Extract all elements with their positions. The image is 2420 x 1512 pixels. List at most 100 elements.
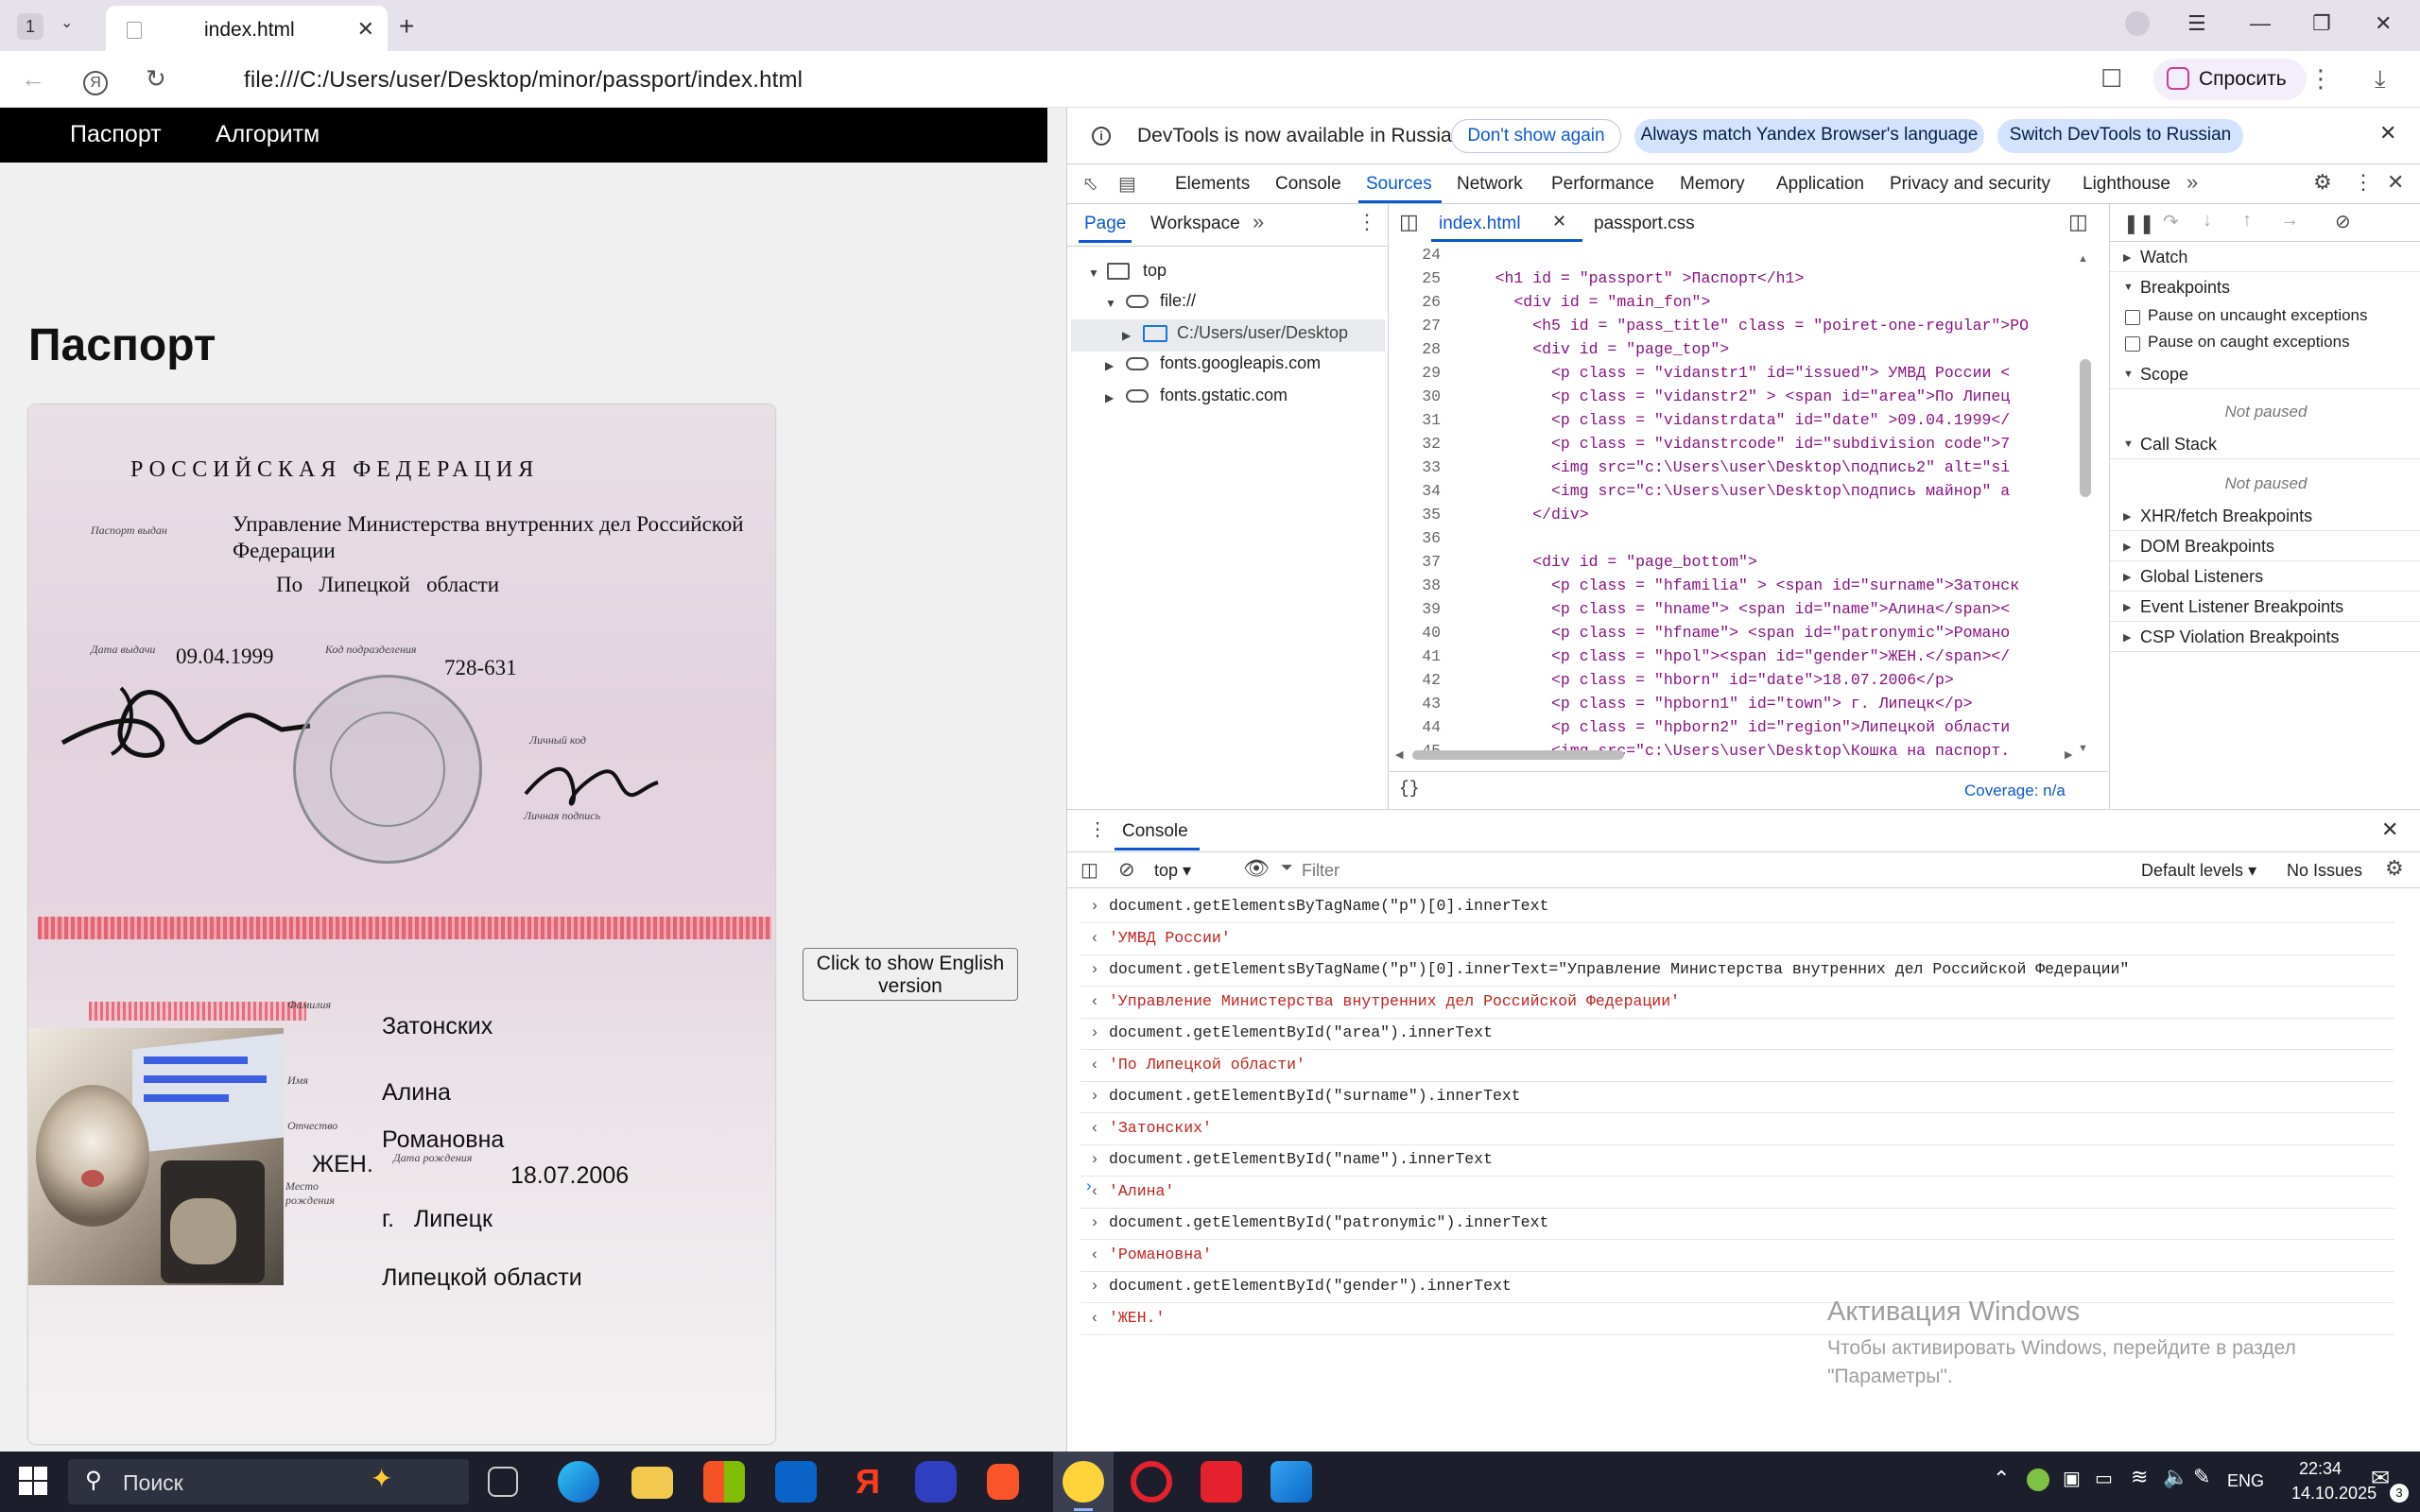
close-icon[interactable]: ✕ bbox=[357, 17, 374, 42]
pen-icon[interactable]: ✎ bbox=[2193, 1465, 2210, 1489]
show-english-button[interactable]: Click to show English version bbox=[803, 948, 1018, 1001]
step-into-icon[interactable]: ↓ bbox=[2203, 210, 2212, 232]
scroll-down-icon[interactable]: ▼ bbox=[2078, 743, 2088, 754]
code-line[interactable]: 38 <p class = "hfamilia" > <span id="sur… bbox=[1390, 576, 2108, 600]
line-number[interactable]: 26 bbox=[1390, 293, 1441, 311]
restore-icon[interactable]: ❐ bbox=[2312, 11, 2331, 36]
code-line[interactable]: 41 <p class = "hpol"><span id="gender">Ж… bbox=[1390, 647, 2108, 671]
wifi-icon[interactable]: ≋ bbox=[2131, 1465, 2148, 1489]
window-close-icon[interactable]: ✕ bbox=[2375, 11, 2392, 36]
edge-icon[interactable] bbox=[558, 1461, 599, 1503]
close-icon[interactable]: ✕ bbox=[1552, 212, 1566, 232]
file-tab-passport-css[interactable]: passport.css bbox=[1594, 214, 1695, 234]
more-icon[interactable]: ⋮ bbox=[2353, 170, 2374, 195]
section-scope[interactable]: ▼ Scope bbox=[2110, 359, 2420, 389]
input-language[interactable]: ENG bbox=[2227, 1471, 2264, 1491]
code-line[interactable]: 44 <p class = "hpborn2" id="region">Липе… bbox=[1390, 718, 2108, 742]
code-vscrollbar[interactable] bbox=[2080, 359, 2091, 497]
code-line[interactable]: 37 <div id = "page_bottom"> bbox=[1390, 553, 2108, 576]
volume-icon[interactable]: 🔈 bbox=[2163, 1465, 2188, 1489]
dont-show-again-button[interactable]: Don't show again bbox=[1451, 119, 1621, 153]
drawer-menu-icon[interactable]: ⋮ bbox=[1088, 817, 1107, 841]
tree-googleapis[interactable]: fonts.googleapis.com bbox=[1160, 353, 1321, 373]
section-event-listener-breakpoints[interactable]: ▶ Event Listener Breakpoints bbox=[2110, 592, 2420, 622]
issues-counter[interactable]: No Issues bbox=[2287, 861, 2362, 881]
line-number[interactable]: 29 bbox=[1390, 364, 1441, 382]
context-select[interactable]: top ▾ bbox=[1154, 861, 1191, 881]
section-watch[interactable]: ▶ Watch bbox=[2110, 242, 2420, 272]
code-line[interactable]: 28 <div id = "page_top"> bbox=[1390, 340, 2108, 364]
task-view-icon[interactable] bbox=[488, 1467, 518, 1497]
new-tab-icon[interactable]: + bbox=[399, 11, 414, 42]
code-line[interactable]: 43 <p class = "hpborn1" id="town"> г. Ли… bbox=[1390, 695, 2108, 718]
step-icon[interactable]: → bbox=[2280, 210, 2299, 232]
more-tabs-icon[interactable]: » bbox=[2187, 170, 2198, 195]
step-over-icon[interactable]: ↷ bbox=[2163, 210, 2179, 233]
yandex-browser-icon[interactable] bbox=[1063, 1461, 1104, 1503]
line-number[interactable]: 39 bbox=[1390, 600, 1441, 618]
tab-performance[interactable]: Performance bbox=[1551, 174, 1654, 195]
outlook-icon[interactable] bbox=[775, 1461, 817, 1503]
scroll-left-icon[interactable]: ◀ bbox=[1395, 748, 1403, 761]
tray-chevron-icon[interactable]: ⌃ bbox=[1993, 1467, 2010, 1491]
profile-icon[interactable] bbox=[2125, 11, 2150, 42]
wps-icon[interactable] bbox=[1201, 1461, 1242, 1503]
close-icon[interactable]: ✕ bbox=[2379, 121, 2396, 146]
nav-link-algorithm[interactable]: Алгоритм bbox=[216, 121, 320, 148]
line-number[interactable]: 28 bbox=[1390, 340, 1441, 358]
line-number[interactable]: 25 bbox=[1390, 269, 1441, 287]
yandex-app-icon[interactable]: Я bbox=[847, 1461, 889, 1503]
code-line[interactable]: 35 </div> bbox=[1390, 506, 2108, 529]
close-drawer-icon[interactable]: ✕ bbox=[2381, 817, 2398, 842]
code-line[interactable]: 29 <p class = "vidanstr1" id="issued"> У… bbox=[1390, 364, 2108, 387]
tree-top[interactable]: top bbox=[1143, 261, 1167, 281]
code-line[interactable]: 32 <p class = "vidanstrcode" id="subdivi… bbox=[1390, 435, 2108, 458]
taskbar-search[interactable]: ⚲ Поиск ✦ bbox=[68, 1459, 469, 1504]
code-line[interactable]: 30 <p class = "vidanstr2" > <span id="ar… bbox=[1390, 387, 2108, 411]
tab-application[interactable]: Application bbox=[1776, 174, 1864, 195]
live-expression-eye-icon[interactable]: 👁 bbox=[1243, 856, 1270, 881]
tray-device-icon[interactable]: ▣ bbox=[2063, 1467, 2081, 1490]
download-icon[interactable]: ⤓ bbox=[2375, 64, 2386, 94]
scroll-right-icon[interactable]: ▶ bbox=[2065, 748, 2072, 761]
section-breakpoints[interactable]: ▼ Breakpoints bbox=[2110, 272, 2420, 302]
opera-icon[interactable] bbox=[1131, 1461, 1172, 1503]
code-lines[interactable]: 24 25 <h1 id = "passport" >Паспорт</h1> 26… bbox=[1390, 242, 2108, 760]
code-line[interactable]: 39 <p class = "hname"> <span id="name">А… bbox=[1390, 600, 2108, 624]
section-dom-breakpoints[interactable]: ▶ DOM Breakpoints bbox=[2110, 531, 2420, 561]
line-number[interactable]: 35 bbox=[1390, 506, 1441, 524]
inspect-icon[interactable]: ⬁ bbox=[1082, 172, 1098, 196]
line-number[interactable]: 30 bbox=[1390, 387, 1441, 405]
code-line[interactable]: 36 bbox=[1390, 529, 2108, 553]
switch-russian-button[interactable]: Switch DevTools to Russian bbox=[1997, 119, 2243, 153]
shield-app-icon[interactable] bbox=[915, 1461, 957, 1503]
tree-desktop-folder[interactable]: C:/Users/user/Desktop bbox=[1177, 323, 1348, 343]
subtab-workspace[interactable]: Workspace bbox=[1150, 214, 1240, 234]
yandex-icon[interactable]: Я bbox=[83, 64, 108, 95]
console-prompt-icon[interactable]: › bbox=[1086, 1177, 1092, 1195]
line-number[interactable]: 44 bbox=[1390, 718, 1441, 736]
subtab-page[interactable]: Page bbox=[1084, 214, 1126, 234]
tab-network[interactable]: Network bbox=[1457, 174, 1523, 195]
code-line[interactable]: 27 <h5 id = "pass_title" class = "poiret… bbox=[1390, 317, 2108, 340]
minimize-icon[interactable]: — bbox=[2250, 11, 2271, 36]
section-call-stack[interactable]: ▼ Call Stack bbox=[2110, 429, 2420, 459]
code-line[interactable]: 40 <p class = "hfname"> <span id="patron… bbox=[1390, 624, 2108, 647]
store-icon[interactable] bbox=[703, 1461, 745, 1503]
section-csp-breakpoints[interactable]: ▶ CSP Violation Breakpoints bbox=[2110, 622, 2420, 652]
windows-start-icon[interactable] bbox=[19, 1467, 47, 1495]
pretty-print-button[interactable]: {} bbox=[1399, 780, 1420, 799]
clock-date[interactable]: 14.10.2025 bbox=[2291, 1484, 2377, 1503]
pause-uncaught-checkbox[interactable] bbox=[2125, 310, 2140, 325]
tab-privacy[interactable]: Privacy and security bbox=[1890, 174, 2050, 195]
drawer-tab-console[interactable]: Console bbox=[1122, 821, 1188, 842]
collapse-arrow-icon[interactable]: ▶ bbox=[1105, 391, 1114, 404]
toggle-debugger-icon[interactable]: ◫ bbox=[2068, 210, 2088, 234]
code-line[interactable]: 24 bbox=[1390, 246, 2108, 269]
toggle-navigator-icon[interactable]: ◫ bbox=[1399, 210, 1419, 234]
console-settings-icon[interactable]: ⚙ bbox=[2385, 856, 2404, 881]
close-devtools-icon[interactable]: ✕ bbox=[2387, 170, 2404, 195]
back-icon[interactable]: ← bbox=[21, 64, 45, 94]
code-line[interactable]: 42 <p class = "hborn" id="date">18.07.20… bbox=[1390, 671, 2108, 695]
line-number[interactable]: 27 bbox=[1390, 317, 1441, 335]
